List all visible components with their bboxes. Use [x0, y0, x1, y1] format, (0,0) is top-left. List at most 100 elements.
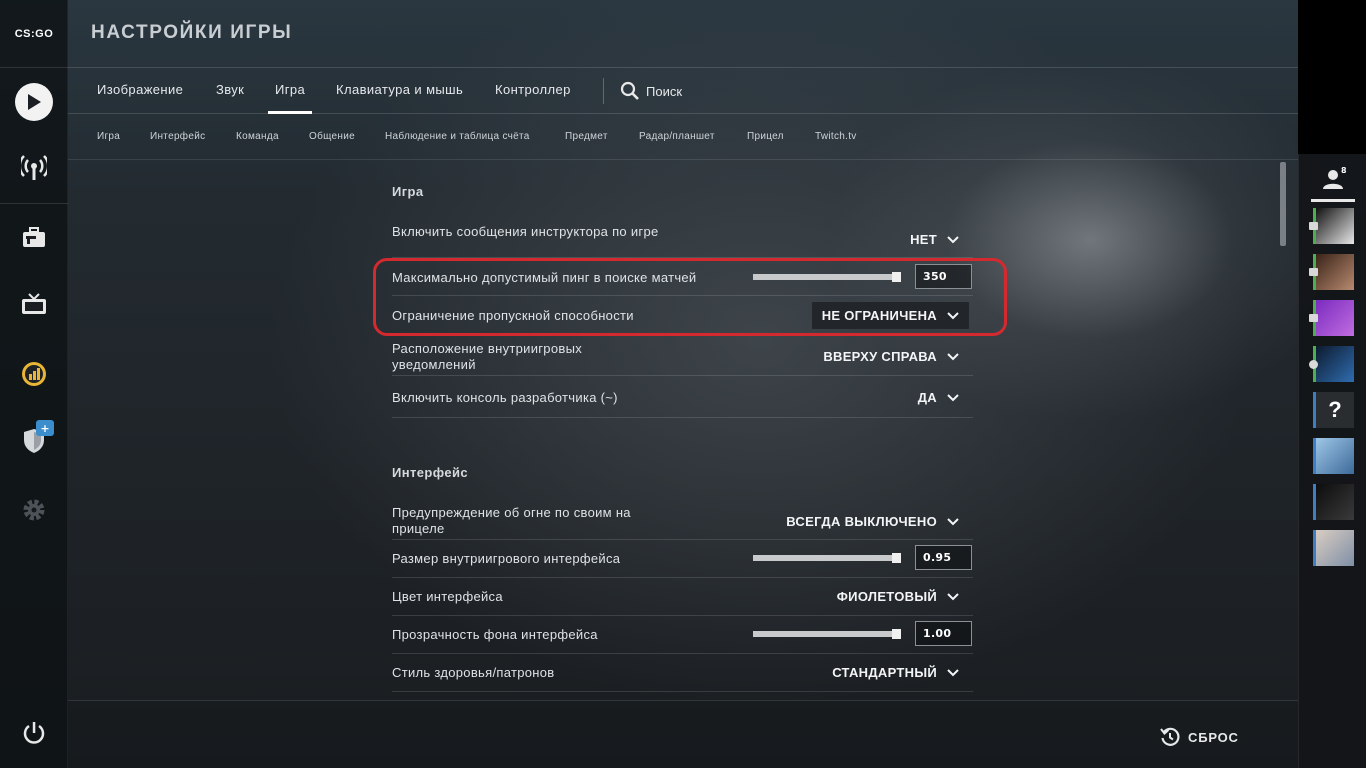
setting-label: Прозрачность фона интерфейса	[392, 627, 598, 642]
friends-panel-top	[1298, 0, 1366, 154]
in-game-icon	[1309, 360, 1318, 369]
slider-handle[interactable]	[892, 553, 901, 563]
stats-button[interactable]	[14, 354, 54, 394]
broadcast-icon	[21, 155, 47, 180]
friends-panel: 8 ?	[1298, 154, 1366, 768]
chevron-down-icon	[947, 352, 959, 360]
setting-row-hud-alpha: Прозрачность фона интерфейса 1.00	[392, 616, 973, 654]
chevron-down-icon	[947, 592, 959, 600]
tab-sound[interactable]: Звук	[216, 82, 244, 97]
slider-handle[interactable]	[892, 629, 901, 639]
friend-avatar[interactable]	[1316, 484, 1354, 520]
power-button[interactable]	[14, 713, 54, 753]
friend-avatar[interactable]	[1316, 208, 1354, 244]
subtab-twitch[interactable]: Twitch.tv	[815, 131, 857, 142]
chevron-down-icon	[947, 517, 959, 525]
subtab-game[interactable]: Игра	[97, 131, 120, 142]
hud-alpha-input[interactable]: 1.00	[915, 621, 972, 646]
reset-icon	[1160, 727, 1180, 746]
chevron-down-icon	[947, 235, 959, 243]
chat-icon	[1309, 314, 1318, 322]
reset-label: СБРОС	[1188, 729, 1239, 745]
friend-avatar[interactable]	[1316, 300, 1354, 336]
instructor-dropdown[interactable]: НЕТ	[910, 232, 959, 247]
setting-label: Цвет интерфейса	[392, 589, 503, 604]
friends-button[interactable]: 8	[1311, 166, 1355, 202]
subtab-team[interactable]: Команда	[236, 131, 279, 142]
tab-image[interactable]: Изображение	[97, 82, 183, 97]
main-tabs: Изображение Звук Игра Клавиатура и мышь …	[68, 68, 1298, 114]
briefcase-icon	[23, 227, 45, 247]
tab-divider	[603, 78, 604, 104]
search-button[interactable]: Поиск	[620, 81, 682, 101]
setting-row-hud-scale: Размер внутриигрового интерфейса 0.95	[392, 540, 973, 578]
subtab-interface[interactable]: Интерфейс	[150, 131, 205, 142]
friend-avatar[interactable]	[1316, 530, 1354, 566]
friend-avatar[interactable]	[1316, 438, 1354, 474]
settings-scrollbar[interactable]	[1280, 162, 1286, 246]
tab-controller[interactable]: Контроллер	[495, 82, 571, 97]
friend-avatar[interactable]	[1316, 346, 1354, 382]
section-title-game: Игра	[392, 184, 424, 199]
dropdown-value: ДА	[917, 390, 937, 405]
stats-icon	[22, 362, 46, 386]
gear-icon	[23, 499, 45, 521]
dropdown-value: ФИОЛЕТОВЫЙ	[836, 589, 937, 604]
friendly-fire-dropdown[interactable]: ВСЕГДА ВЫКЛЮЧЕНО	[786, 514, 959, 529]
search-icon	[620, 81, 639, 100]
dropdown-value: СТАНДАРТНЫЙ	[832, 665, 937, 680]
setting-row-notification-position: Расположение внутриигровых уведомлений В…	[392, 336, 973, 376]
slider-fill	[753, 555, 899, 561]
setting-row-health-style: Стиль здоровья/патронов СТАНДАРТНЫЙ	[392, 654, 973, 692]
watch-button[interactable]	[14, 285, 54, 325]
health-style-dropdown[interactable]: СТАНДАРТНЫЙ	[832, 665, 959, 680]
notification-position-dropdown[interactable]: ВВЕРХУ СПРАВА	[823, 349, 959, 364]
left-rail: CS:GO +	[0, 0, 68, 768]
chat-icon	[1309, 222, 1318, 230]
setting-label: Размер внутриигрового интерфейса	[392, 551, 621, 566]
friend-avatar[interactable]	[1316, 254, 1354, 290]
csgo-logo[interactable]: CS:GO	[0, 0, 68, 68]
console-dropdown[interactable]: ДА	[918, 390, 959, 405]
search-label: Поиск	[646, 83, 683, 99]
friend-avatar[interactable]: ?	[1316, 392, 1354, 428]
subtab-crosshair[interactable]: Прицел	[747, 131, 784, 142]
footer: СБРОС	[68, 700, 1298, 768]
new-badge-icon: +	[36, 420, 54, 436]
dropdown-value: ВСЕГДА ВЫКЛЮЧЕНО	[786, 514, 937, 529]
slider-fill	[753, 631, 901, 637]
friends-count: 8	[1341, 166, 1347, 175]
sub-tabs: Игра Интерфейс Команда Общение Наблюдени…	[68, 114, 1298, 160]
reset-button[interactable]: СБРОС	[1160, 727, 1239, 747]
logo-text: CS:GO	[14, 27, 54, 40]
setting-label: Расположение внутриигровых уведомлений	[392, 341, 583, 372]
subtab-spectating[interactable]: Наблюдение и таблица счёта	[385, 131, 530, 142]
hud-alpha-slider[interactable]	[753, 629, 901, 639]
settings-button[interactable]	[14, 490, 54, 530]
setting-row-console: Включить консоль разработчика (~) ДА	[392, 376, 973, 418]
hud-color-dropdown[interactable]: ФИОЛЕТОВЫЙ	[837, 589, 959, 604]
tab-game[interactable]: Игра	[267, 82, 313, 114]
subtab-radar[interactable]: Радар/планшет	[639, 131, 715, 142]
subtab-communication[interactable]: Общение	[309, 131, 355, 142]
header: НАСТРОЙКИ ИГРЫ	[68, 0, 1298, 68]
broadcast-button[interactable]	[14, 148, 54, 188]
hud-scale-input[interactable]: 0.95	[915, 545, 972, 570]
setting-row-hud-color: Цвет интерфейса ФИОЛЕТОВЫЙ	[392, 578, 973, 616]
unknown-avatar-glyph: ?	[1328, 397, 1342, 422]
play-button[interactable]	[14, 82, 54, 122]
inventory-button[interactable]	[14, 218, 54, 258]
setting-row-friendly-fire: Предупреждение об огне по своим на прице…	[392, 502, 973, 540]
chevron-down-icon	[947, 668, 959, 676]
setting-label: Предупреждение об огне по своим на прице…	[392, 505, 631, 536]
subtab-item[interactable]: Предмет	[565, 131, 608, 142]
chevron-down-icon	[947, 393, 959, 401]
power-icon	[23, 722, 45, 744]
dropdown-value: НЕТ	[910, 232, 937, 247]
setting-label: Включить сообщения инструктора по игре	[392, 224, 659, 239]
hud-scale-slider[interactable]	[753, 553, 901, 563]
page-title: НАСТРОЙКИ ИГРЫ	[91, 22, 293, 43]
section-title-interface: Интерфейс	[392, 465, 468, 480]
setting-label: Стиль здоровья/патронов	[392, 665, 555, 680]
tab-keyboard-mouse[interactable]: Клавиатура и мышь	[336, 82, 463, 97]
